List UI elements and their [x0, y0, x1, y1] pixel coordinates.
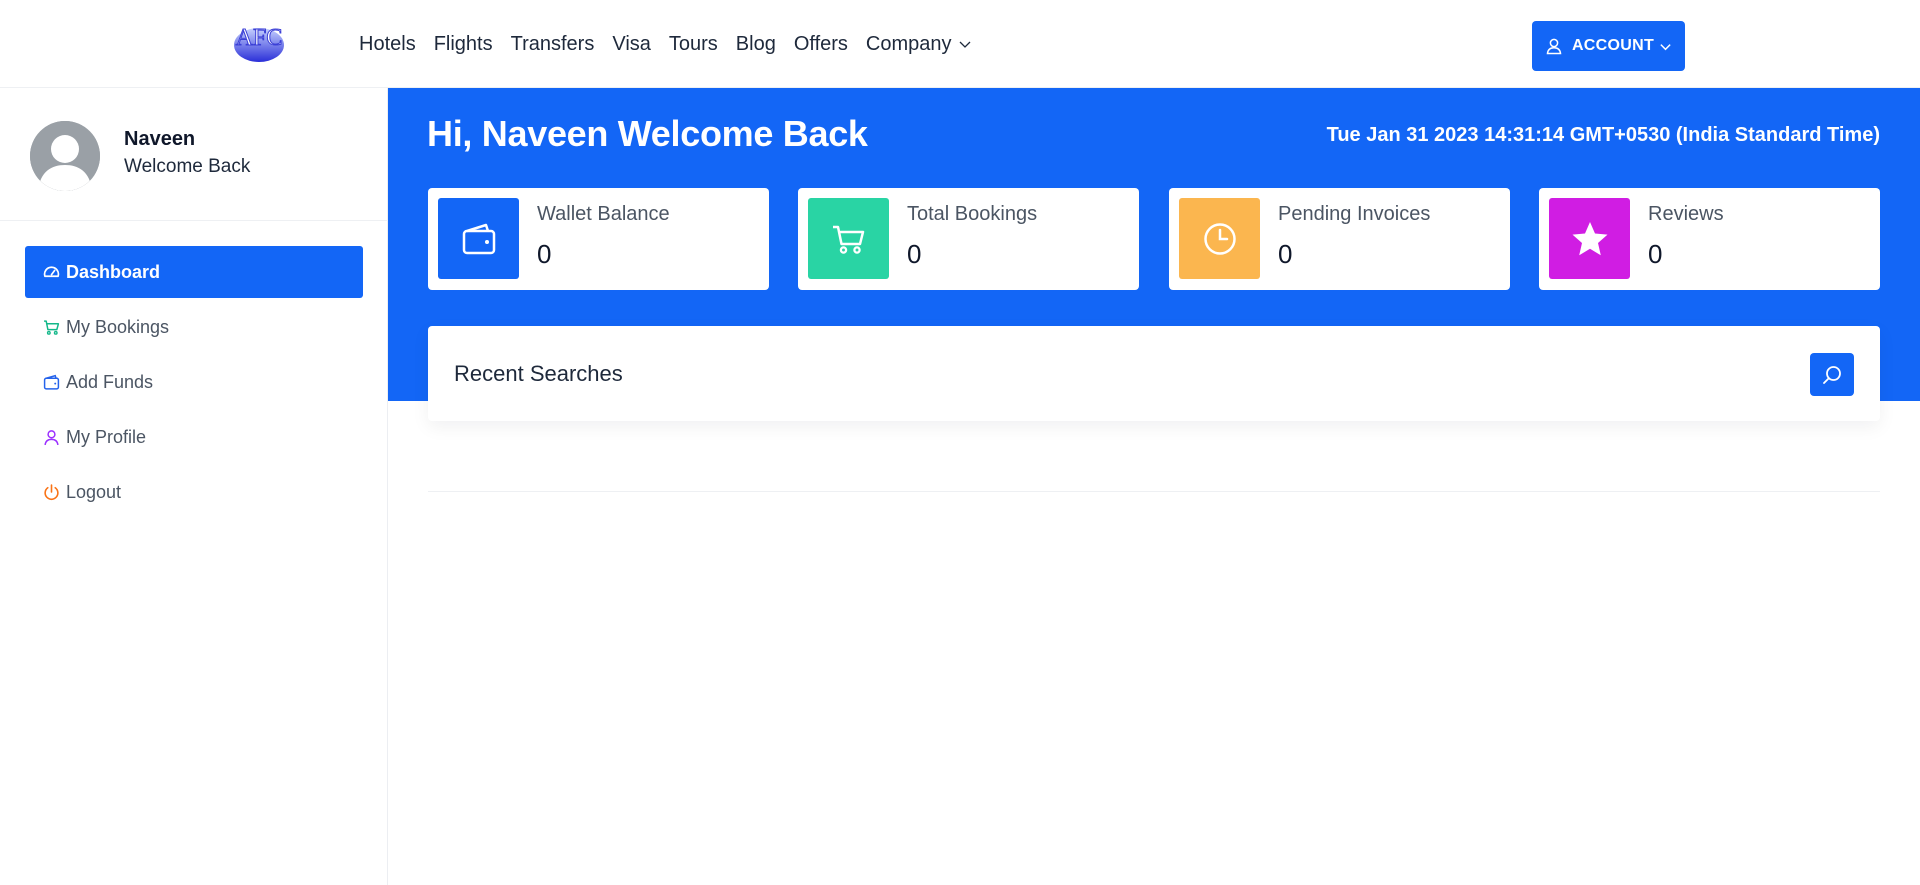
stat-value: 0 — [537, 239, 552, 269]
content-divider — [428, 491, 1880, 492]
power-icon — [44, 483, 59, 500]
chevron-down-icon — [1660, 43, 1671, 50]
nav-transfers[interactable]: Transfers — [511, 32, 595, 56]
sidebar-item-label: Add Funds — [66, 371, 154, 392]
main-nav: Hotels Flights Transfers Visa Tours Blog… — [359, 32, 990, 56]
profile-subtitle: Welcome Back — [124, 156, 251, 177]
nav-company-dropdown[interactable]: Company — [866, 32, 972, 56]
wallet-icon — [43, 374, 60, 390]
stat-card-pending-invoices: Pending Invoices 0 — [1169, 188, 1510, 290]
stat-label: Pending Invoices — [1278, 203, 1431, 225]
sidebar: Naveen Welcome Back Dashboard My Booking… — [0, 88, 388, 885]
nav-tours[interactable]: Tours — [669, 32, 718, 56]
sidebar-item-label: My Profile — [66, 426, 147, 447]
sidebar-menu: Dashboard My Bookings Add Funds My Profi… — [25, 246, 363, 521]
stat-label: Wallet Balance — [537, 203, 670, 225]
account-label: ACCOUNT — [1571, 37, 1655, 54]
recent-searches-title: Recent Searches — [454, 361, 623, 386]
user-profile-summary: Naveen Welcome Back — [0, 88, 388, 221]
stat-value: 0 — [1648, 239, 1663, 269]
sidebar-item-logout[interactable]: Logout — [25, 466, 363, 518]
nav-offers[interactable]: Offers — [794, 32, 848, 56]
dashboard-gauge-icon — [43, 265, 60, 277]
stat-card-wallet-balance: Wallet Balance 0 — [428, 188, 769, 290]
page-title: Hi, Naveen Welcome Back — [427, 113, 868, 154]
top-navbar: AFC Hotels Flights Transfers Visa Tours … — [0, 0, 1920, 88]
stat-label: Total Bookings — [907, 203, 1038, 225]
nav-hotels[interactable]: Hotels — [359, 32, 416, 56]
sidebar-item-label: My Bookings — [66, 316, 170, 337]
account-button[interactable]: ACCOUNT — [1532, 21, 1685, 71]
recent-searches-card: Recent Searches — [428, 326, 1880, 421]
stat-value: 0 — [907, 239, 922, 269]
stat-label: Reviews — [1648, 203, 1724, 225]
site-logo[interactable]: AFC — [226, 18, 292, 64]
user-icon — [1546, 38, 1562, 55]
stats-row: Wallet Balance 0 Total Bookings 0 Pendin… — [428, 188, 1880, 290]
sidebar-item-dashboard[interactable]: Dashboard — [25, 246, 363, 298]
profile-name: Naveen — [124, 128, 196, 150]
nav-visa[interactable]: Visa — [612, 32, 651, 56]
stat-value: 0 — [1278, 239, 1293, 269]
sidebar-item-label: Logout — [66, 481, 122, 502]
logo-text: AFC — [236, 25, 283, 51]
search-button[interactable] — [1810, 353, 1854, 396]
avatar — [30, 121, 100, 191]
cart-icon — [808, 198, 889, 279]
sidebar-item-label: Dashboard — [66, 261, 161, 282]
stat-card-total-bookings: Total Bookings 0 — [798, 188, 1139, 290]
sidebar-item-my-bookings[interactable]: My Bookings — [25, 301, 363, 353]
nav-blog[interactable]: Blog — [736, 32, 776, 56]
search-icon — [1823, 365, 1841, 384]
chevron-down-icon — [959, 41, 970, 48]
clock-icon — [1179, 198, 1260, 279]
cart-icon — [44, 319, 60, 335]
wallet-icon — [438, 198, 519, 279]
nav-flights[interactable]: Flights — [434, 32, 493, 56]
star-icon — [1549, 198, 1630, 279]
stat-card-reviews: Reviews 0 — [1539, 188, 1880, 290]
user-icon — [44, 429, 59, 445]
sidebar-item-add-funds[interactable]: Add Funds — [25, 356, 363, 408]
sidebar-item-my-profile[interactable]: My Profile — [25, 411, 363, 463]
current-datetime: Tue Jan 31 2023 14:31:14 GMT+0530 (India… — [1326, 124, 1880, 146]
